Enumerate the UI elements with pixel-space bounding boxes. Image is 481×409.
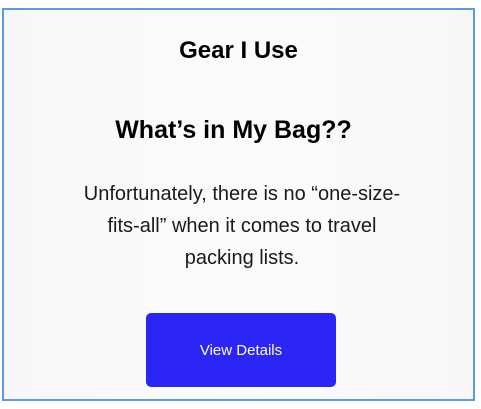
card-description: Unfortunately, there is no “one-size-fit… xyxy=(83,183,401,269)
view-details-button[interactable]: View Details xyxy=(146,313,336,387)
section-title: Gear I Use xyxy=(179,37,298,64)
card-title: What’s in My Bag?? xyxy=(115,116,352,144)
gear-card: Gear I Use What’s in My Bag?? Unfortunat… xyxy=(2,8,475,401)
